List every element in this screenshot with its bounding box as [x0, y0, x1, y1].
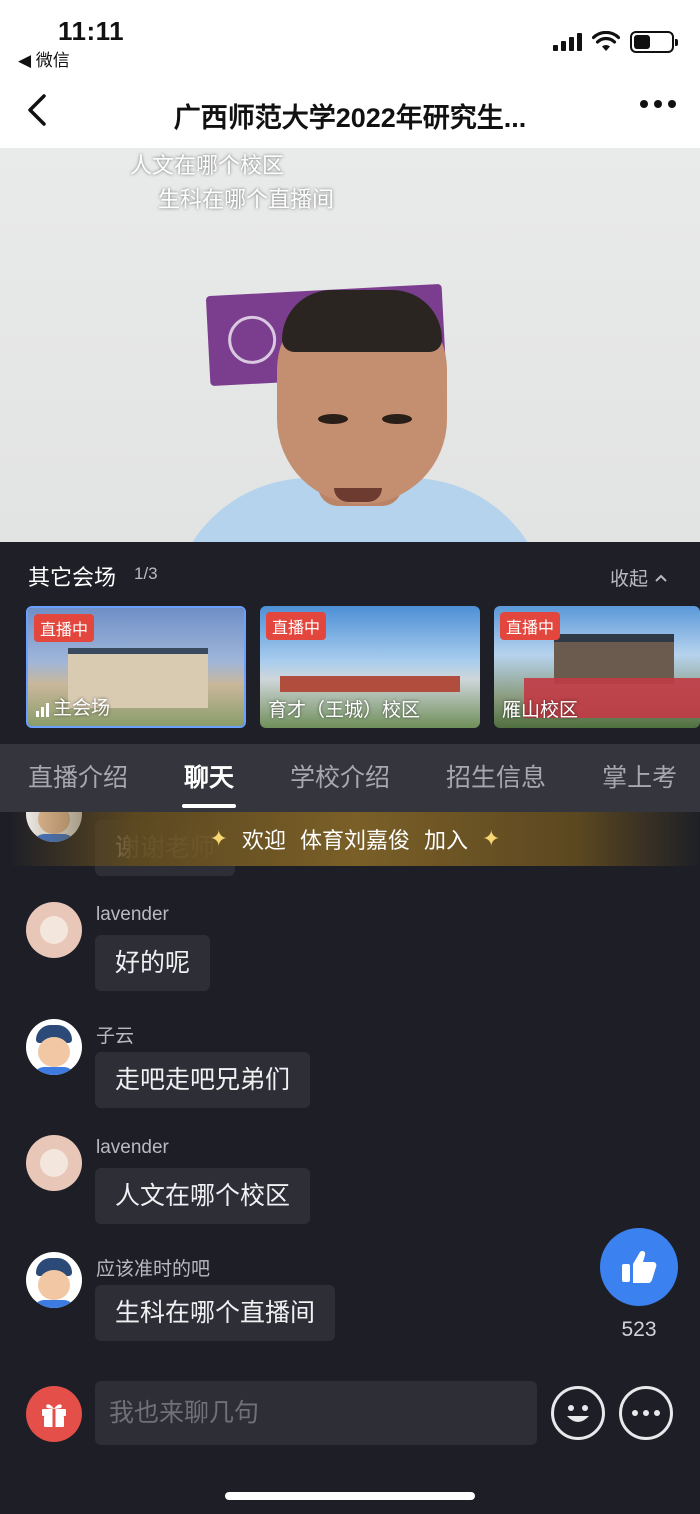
chat-username: 子云 [96, 1026, 135, 1047]
collapse-button[interactable]: 收起 [610, 564, 668, 591]
chat-username: lavender [96, 1137, 169, 1158]
playing-bars-icon [36, 703, 49, 717]
user-avatar[interactable] [26, 902, 82, 958]
welcome-banner: ✦ 欢迎 体育刘嘉俊 加入 ✦ [10, 812, 700, 866]
live-badge: 直播中 [34, 614, 95, 642]
welcome-prefix: 欢迎 [241, 828, 286, 853]
like-button[interactable] [600, 1228, 678, 1306]
live-badge: 直播中 [500, 612, 561, 640]
home-indicator[interactable] [225, 1492, 475, 1500]
venue-name: 育才（王城）校区 [268, 700, 421, 721]
chat-message: lavender 好的呢 [0, 902, 700, 1002]
venue-card-main[interactable]: 直播中 主会场 [26, 606, 246, 728]
other-venues-panel: 其它会场 1/3 收起 直播中 主会场 直播中 育才（王城）校区 直播中 雁山校… [0, 542, 700, 744]
sparkle-icon: ✦ [482, 826, 501, 851]
status-time: 11:11 [58, 16, 125, 46]
gift-button[interactable] [26, 1386, 82, 1442]
welcome-suffix: 加入 [424, 828, 469, 853]
tab-admissions[interactable]: 招生信息 [446, 744, 546, 812]
emoji-button[interactable] [551, 1386, 605, 1440]
tab-bar: 直播介绍 聊天 学校介绍 招生信息 掌上考 [0, 744, 700, 812]
presenter-mouth [334, 488, 382, 502]
signal-icon [553, 33, 582, 51]
collapse-label: 收起 [609, 569, 648, 590]
chat-message: 子云 走吧走吧兄弟们 [0, 1019, 700, 1119]
back-to-wechat-link[interactable]: ◀ 微信 [18, 46, 70, 71]
tab-live-intro[interactable]: 直播介绍 [28, 744, 128, 812]
chat-bubble: 生科在哪个直播间 [95, 1285, 336, 1341]
presenter-eye [382, 414, 412, 424]
status-icons [553, 30, 678, 54]
smiley-icon [567, 1405, 589, 1422]
thumbs-up-icon [622, 1251, 657, 1283]
page-title: 广西师范大学2022年研究生... [173, 103, 527, 133]
venues-title: 其它会场 [28, 565, 117, 590]
chat-bubble: 好的呢 [95, 935, 211, 991]
venues-count: 1/3 [134, 564, 158, 583]
more-options-icon[interactable] [640, 100, 676, 108]
chat-input[interactable] [95, 1381, 537, 1445]
tab-mobile-exam[interactable]: 掌上考 [602, 744, 677, 812]
chevron-up-icon [655, 574, 667, 582]
user-avatar[interactable] [26, 1019, 82, 1075]
chat-message: lavender 人文在哪个校区 [0, 1135, 700, 1235]
chat-list[interactable]: 谢谢老师 ✦ 欢迎 体育刘嘉俊 加入 ✦ lavender 好的呢 子云 走吧走… [0, 812, 700, 1372]
tab-school-intro[interactable]: 学校介绍 [290, 744, 390, 812]
venue-card-yucai[interactable]: 直播中 育才（王城）校区 [260, 606, 480, 728]
chat-message: 应该准时的吧 生科在哪个直播间 [0, 1252, 700, 1352]
chat-bubble: 人文在哪个校区 [95, 1168, 311, 1224]
chat-username: lavender [96, 904, 169, 925]
presenter-hair [282, 290, 442, 352]
wifi-icon [592, 31, 620, 51]
venue-name: 主会场 [53, 698, 111, 719]
welcome-user: 体育刘嘉俊 [299, 828, 410, 853]
sparkle-icon: ✦ [209, 826, 228, 851]
top-bar: 11:11 ◀ 微信 广西师范大学2022年研究生... [0, 0, 700, 148]
danmaku-comment: 生科在哪个直播间 [158, 187, 335, 212]
live-badge: 直播中 [266, 612, 327, 640]
like-count: 523 [621, 1318, 657, 1341]
chat-bubble: 走吧走吧兄弟们 [95, 1052, 311, 1108]
more-actions-button[interactable] [619, 1386, 673, 1440]
back-arrow-icon[interactable] [22, 92, 52, 128]
gift-icon [42, 1404, 66, 1427]
danmaku-comment: 人文在哪个校区 [130, 153, 285, 178]
battery-icon [630, 31, 678, 53]
tab-chat[interactable]: 聊天 [182, 744, 237, 812]
user-avatar[interactable] [26, 1252, 82, 1308]
presenter-eye [318, 414, 348, 424]
chat-username: 应该准时的吧 [96, 1259, 211, 1280]
live-video-player[interactable]: 人文在哪个校区 生科在哪个直播间 [0, 148, 700, 542]
venue-name: 雁山校区 [502, 700, 579, 721]
venue-card-yanshan[interactable]: 直播中 雁山校区 [494, 606, 700, 728]
user-avatar[interactable] [26, 1135, 82, 1191]
